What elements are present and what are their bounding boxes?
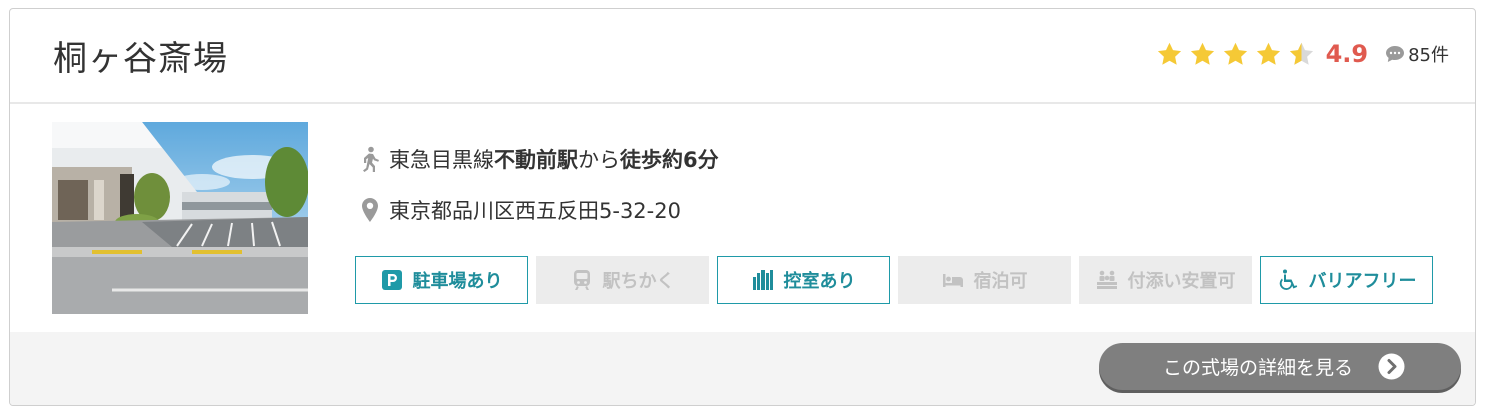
map-pin-icon bbox=[362, 198, 378, 222]
rating: 4.9 85件 bbox=[1156, 39, 1449, 69]
view-details-button[interactable]: この式場の詳細を見る bbox=[1099, 343, 1461, 390]
funeral-hall-card: 桐ヶ谷斎場 4.9 85件 東急目黒線 不動前駅 から 徒歩約6分 東京都品川区… bbox=[9, 8, 1476, 406]
star-icon bbox=[1190, 42, 1214, 65]
review-count: 85件 bbox=[1408, 45, 1449, 66]
feature-tag-lodging[interactable]: 宿泊可 bbox=[898, 256, 1071, 304]
card-footer: この式場の詳細を見る bbox=[10, 332, 1475, 405]
feature-label: 控室あり bbox=[783, 271, 856, 292]
half-star-icon bbox=[1289, 42, 1313, 65]
access-info: 東急目黒線 不動前駅 から 徒歩約6分 bbox=[359, 144, 719, 174]
rating-score: 4.9 bbox=[1325, 40, 1369, 68]
parking-icon bbox=[381, 270, 402, 290]
feature-tag-station[interactable]: 駅ちかく bbox=[536, 256, 709, 304]
hall-name[interactable]: 桐ヶ谷斎場 bbox=[53, 31, 228, 80]
star-icon bbox=[1157, 42, 1181, 65]
feature-label: 宿泊可 bbox=[973, 271, 1028, 292]
star-icon bbox=[1256, 42, 1280, 65]
review-count-link[interactable]: 85件 bbox=[1385, 41, 1449, 67]
wheelchair-icon bbox=[1279, 269, 1297, 290]
feature-label: 付添い安置可 bbox=[1127, 271, 1236, 292]
feature-label: 駅ちかく bbox=[602, 271, 675, 292]
star-icon bbox=[1223, 42, 1247, 65]
train-icon bbox=[573, 270, 590, 290]
address-info: 東京都品川区西五反田5-32-20 bbox=[359, 195, 681, 225]
star-rating bbox=[1156, 41, 1321, 68]
view-details-label: この式場の詳細を見る bbox=[1162, 357, 1353, 379]
funeral-hall-photo[interactable] bbox=[52, 122, 308, 314]
walking-person-icon bbox=[363, 146, 379, 172]
walk-time: 徒歩約6分 bbox=[620, 148, 719, 172]
chevron-right-icon bbox=[1378, 353, 1405, 380]
bed-icon bbox=[942, 274, 963, 287]
station-name: 不動前駅 bbox=[494, 148, 578, 172]
feature-tag-attendance[interactable]: 付添い安置可 bbox=[1079, 256, 1252, 304]
feature-tags: 駐車場あり 駅ちかく 控室あり 宿泊可 付添い安置可 バリアフリー bbox=[355, 256, 1433, 304]
card-header: 桐ヶ谷斎場 4.9 85件 bbox=[10, 9, 1475, 104]
feature-tag-barrier-free[interactable]: バリアフリー bbox=[1260, 256, 1433, 304]
feature-label: 駐車場あり bbox=[412, 271, 503, 292]
feature-tag-waiting-room[interactable]: 控室あり bbox=[717, 256, 890, 304]
comment-icon bbox=[1386, 46, 1405, 62]
feature-tag-parking[interactable]: 駐車場あり bbox=[355, 256, 528, 304]
feature-label: バリアフリー bbox=[1308, 271, 1417, 292]
waiting-room-icon bbox=[752, 270, 773, 290]
people-icon bbox=[1096, 270, 1117, 289]
train-line: 東急目黒線 bbox=[389, 148, 494, 172]
access-from: から bbox=[578, 148, 620, 172]
address-text: 東京都品川区西五反田5-32-20 bbox=[389, 199, 681, 223]
